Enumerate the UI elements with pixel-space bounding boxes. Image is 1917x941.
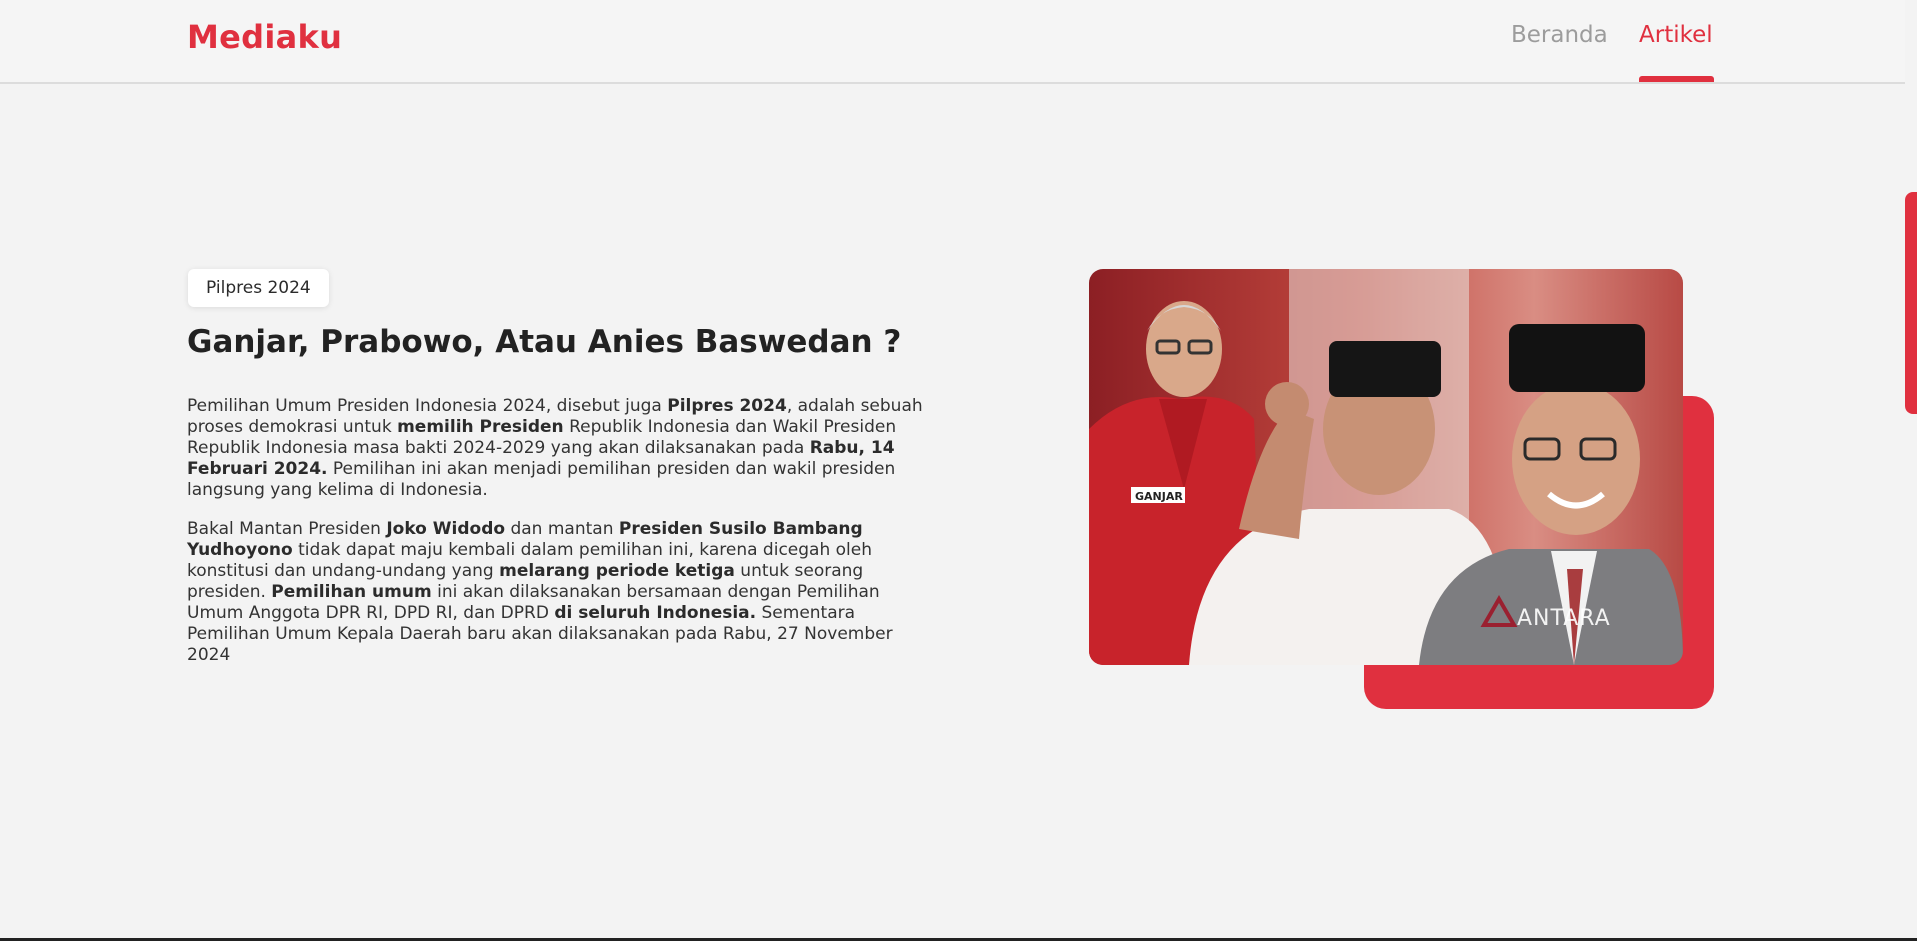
bold-text: memilih Presiden	[397, 417, 564, 437]
svg-text:ANTARA: ANTARA	[1517, 606, 1611, 631]
bold-text: Pilpres 2024	[667, 396, 787, 416]
category-tag: Pilpres 2024	[188, 269, 329, 307]
brand-logo[interactable]: Mediaku	[187, 18, 342, 56]
bold-text: melarang periode ketiga	[499, 561, 735, 581]
hero-image: GANJAR ANTARA	[1089, 269, 1683, 665]
text-span: dan mantan	[505, 519, 619, 539]
nav-link-beranda[interactable]: Beranda	[1511, 22, 1608, 48]
bold-text: Joko Widodo	[386, 519, 506, 539]
active-nav-indicator	[1639, 76, 1714, 82]
shirt-badge-text: GANJAR	[1135, 490, 1183, 503]
nav-link-artikel[interactable]: Artikel	[1639, 22, 1713, 48]
bold-text: Pemilihan umum	[271, 582, 432, 602]
text-span: Bakal Mantan Presiden	[187, 519, 387, 539]
bold-text: di seluruh Indonesia.	[554, 603, 757, 623]
article-paragraph-2: Bakal Mantan Presiden Joko Widodo dan ma…	[187, 519, 927, 666]
article-body: Pemilihan Umum Presiden Indonesia 2024, …	[187, 396, 927, 684]
scrollbar-thumb[interactable]	[1905, 192, 1917, 414]
text-span: Pemilihan Umum Presiden Indonesia 2024, …	[187, 396, 668, 416]
article-title: Ganjar, Prabowo, Atau Anies Baswedan ?	[187, 324, 902, 360]
navbar: Mediaku Beranda Artikel	[0, 0, 1905, 84]
article-paragraph-1: Pemilihan Umum Presiden Indonesia 2024, …	[187, 396, 927, 501]
